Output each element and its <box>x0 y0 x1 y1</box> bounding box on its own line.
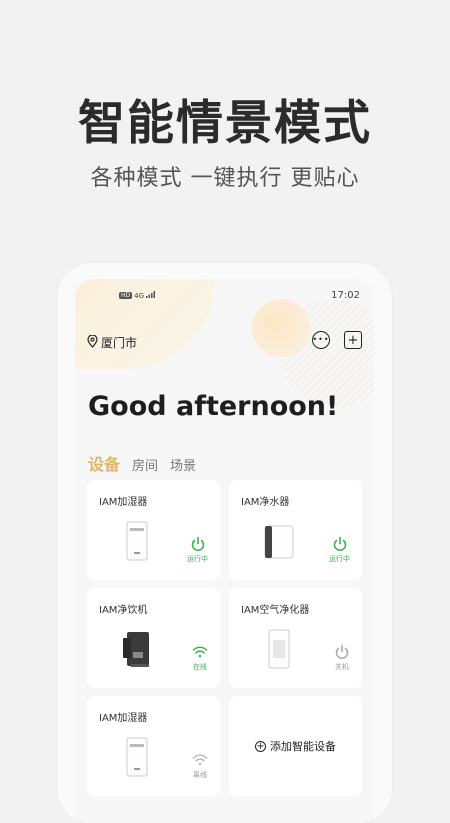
device-status[interactable]: 在线 <box>192 644 208 672</box>
device-card-water-purifier[interactable]: IAM净水器 运行中 <box>229 480 362 580</box>
wifi-icon <box>192 646 208 658</box>
device-card-humidifier-2[interactable]: IAM加湿器 离线 <box>87 696 220 796</box>
device-name: IAM加湿器 <box>99 713 148 724</box>
device-status-text: 运行中 <box>329 555 350 563</box>
location-selector[interactable]: 厦门市 <box>87 333 138 351</box>
wifi-icon <box>192 754 208 766</box>
clock: 17:02 <box>331 290 360 301</box>
device-status[interactable]: 关机 <box>334 644 350 672</box>
greeting: Good afternoon! <box>88 391 339 422</box>
decor-circle <box>252 299 310 357</box>
power-icon <box>191 536 204 552</box>
device-status[interactable]: 运行中 <box>187 536 208 564</box>
status-indicators: HD 4G <box>119 291 156 300</box>
location-label: 厦门市 <box>101 336 138 350</box>
power-icon <box>335 644 349 660</box>
tab-scenes[interactable]: 场景 <box>170 455 196 474</box>
water-purifier-image <box>261 520 297 562</box>
device-name: IAM空气净化器 <box>241 605 310 616</box>
device-status[interactable]: 运行中 <box>329 536 350 564</box>
air-purifier-image <box>267 628 291 670</box>
device-card-humidifier[interactable]: IAM加湿器 运行中 <box>87 480 220 580</box>
promo-title: 智能情景模式 <box>78 96 372 151</box>
add-device-label: 添加智能设备 <box>270 740 336 753</box>
device-name: IAM加湿器 <box>99 497 148 508</box>
device-status-text: 关机 <box>335 663 349 671</box>
tab-devices[interactable]: 设备 <box>88 451 120 475</box>
hd-badge: HD <box>119 292 133 299</box>
location-pin-icon <box>87 333 98 351</box>
device-status-text: 离线 <box>193 771 207 779</box>
power-icon <box>333 536 346 552</box>
add-circle-icon: + <box>255 740 266 752</box>
add-device-button[interactable]: + 添加智能设备 <box>229 696 362 796</box>
device-status-text: 在线 <box>193 663 207 671</box>
signal-bars-icon <box>146 291 156 300</box>
app-screen: HD 4G 17:02 厦门市 ••• + Good afternoon! 设备… <box>75 279 374 823</box>
add-icon[interactable]: + <box>344 331 362 349</box>
device-status[interactable]: 离线 <box>192 752 208 780</box>
water-dispenser-image <box>121 628 153 670</box>
tab-bar: 设备 房间 场景 <box>88 451 196 475</box>
tab-rooms[interactable]: 房间 <box>132 455 158 474</box>
promo-subtitle: 各种模式 一键执行 更贴心 <box>90 166 360 191</box>
humidifier-image <box>125 736 149 778</box>
device-name: IAM净水器 <box>241 497 290 508</box>
header-actions: ••• + <box>312 331 362 349</box>
device-name: IAM净饮机 <box>99 605 148 616</box>
device-status-text: 运行中 <box>187 555 208 563</box>
phone-frame: HD 4G 17:02 厦门市 ••• + Good afternoon! 设备… <box>57 263 392 823</box>
device-card-water-dispenser[interactable]: IAM净饮机 在线 <box>87 588 220 688</box>
humidifier-image <box>125 520 149 562</box>
device-card-air-purifier[interactable]: IAM空气净化器 关机 <box>229 588 362 688</box>
device-grid: IAM加湿器 运行中 IAM净水器 运行中 IAM净饮机 在线 IAM空气净化器… <box>87 480 374 796</box>
signal-label: 4G <box>134 291 145 300</box>
message-icon[interactable]: ••• <box>312 331 330 349</box>
